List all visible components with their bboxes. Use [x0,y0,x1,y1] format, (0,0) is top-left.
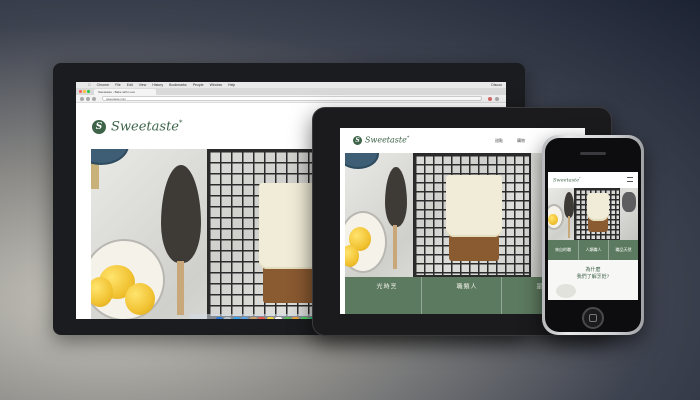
menu-item[interactable]: Edit [127,83,133,87]
phone-header: Sweetaste* [548,172,638,188]
messages-icon[interactable] [300,316,308,319]
menu-item[interactable]: Bookmarks [169,83,187,87]
menu-icon[interactable] [495,97,499,101]
browser-address-bar: sweetaste.com [76,95,506,103]
logo-icon[interactable]: S [92,120,106,134]
cake-server [161,165,201,263]
maps-icon[interactable] [283,316,291,319]
hamburger-menu-icon[interactable] [627,177,633,182]
cake-server-handle [568,216,570,238]
menu-item[interactable]: Chrome [97,83,109,87]
feature-text: 人 類 職 [455,283,476,289]
zoom-window-icon[interactable] [87,90,90,93]
calendar-icon[interactable] [258,316,266,319]
logo-icon[interactable]: S [353,136,362,145]
menu-item[interactable]: Window [210,83,222,87]
cake-icing [587,193,609,221]
contacts-icon[interactable] [249,316,257,319]
apple-icon[interactable]:  [88,83,91,87]
lemon [548,214,558,225]
decor-plate [556,284,576,298]
dried-flowers [622,192,636,212]
feature-tile[interactable]: 來自的職 [548,240,578,260]
cake-server-handle [177,261,184,315]
cake-icing [446,175,502,237]
reload-icon[interactable] [92,97,96,101]
mail-icon[interactable] [241,316,249,319]
phone-intro-section: 為什麼 我們了解烹飪? [548,260,638,300]
finder-icon[interactable] [215,316,223,319]
hero-image [548,188,638,240]
lemon [125,283,155,315]
nav-item-desserts[interactable]: 甜點 [495,138,503,144]
launchpad-icon[interactable] [224,316,232,319]
close-window-icon[interactable] [79,90,82,93]
menu-item[interactable]: People [193,83,204,87]
blue-dish [91,149,129,165]
menu-item[interactable]: History [152,83,163,87]
phone-feature-band: 來自的職 人類職人 職品天然 [548,240,638,260]
cake-server [564,192,574,218]
safari-icon[interactable] [232,316,240,319]
notes-icon[interactable] [266,316,274,319]
menu-item[interactable]: File [115,83,121,87]
menu-item[interactable]: View [139,83,147,87]
feature-tile[interactable]: 人類職人 [578,240,608,260]
blue-dish [345,153,379,169]
forward-icon[interactable] [86,97,90,101]
photos-icon[interactable] [292,316,300,319]
cake-server-handle [393,225,397,269]
minimize-window-icon[interactable] [83,90,86,93]
site-logo[interactable]: Sweetaste* [365,135,409,145]
extension-icon[interactable] [488,97,492,101]
intro-heading: 為什麼 [585,267,601,273]
browser-tab-bar: Sweetaste - Bake with Love [76,88,506,95]
cake-server [385,167,407,227]
band-divider [421,277,422,314]
nav-item-shop[interactable]: 購物 [517,138,525,144]
menu-status: Discou [491,83,502,87]
phone-screen: Sweetaste* 來自的職 人類職人 職品天然 為什麼 我們了解烹飪? [548,172,638,300]
menu-item[interactable]: Help [228,83,235,87]
feature-tile[interactable]: 職品天然 [608,240,638,260]
site-logo[interactable]: Sweetaste* [111,119,182,134]
intro-subheading: 我們了解烹飪? [576,274,610,280]
feature-text: 烹 時 光 [375,283,396,289]
phone-speaker [580,152,606,155]
home-square-icon [589,314,597,322]
band-divider [501,277,502,314]
site-logo[interactable]: Sweetaste* [553,176,581,184]
back-icon[interactable] [80,97,84,101]
reminders-icon[interactable] [275,316,283,319]
url-field[interactable]: sweetaste.com [102,96,482,101]
